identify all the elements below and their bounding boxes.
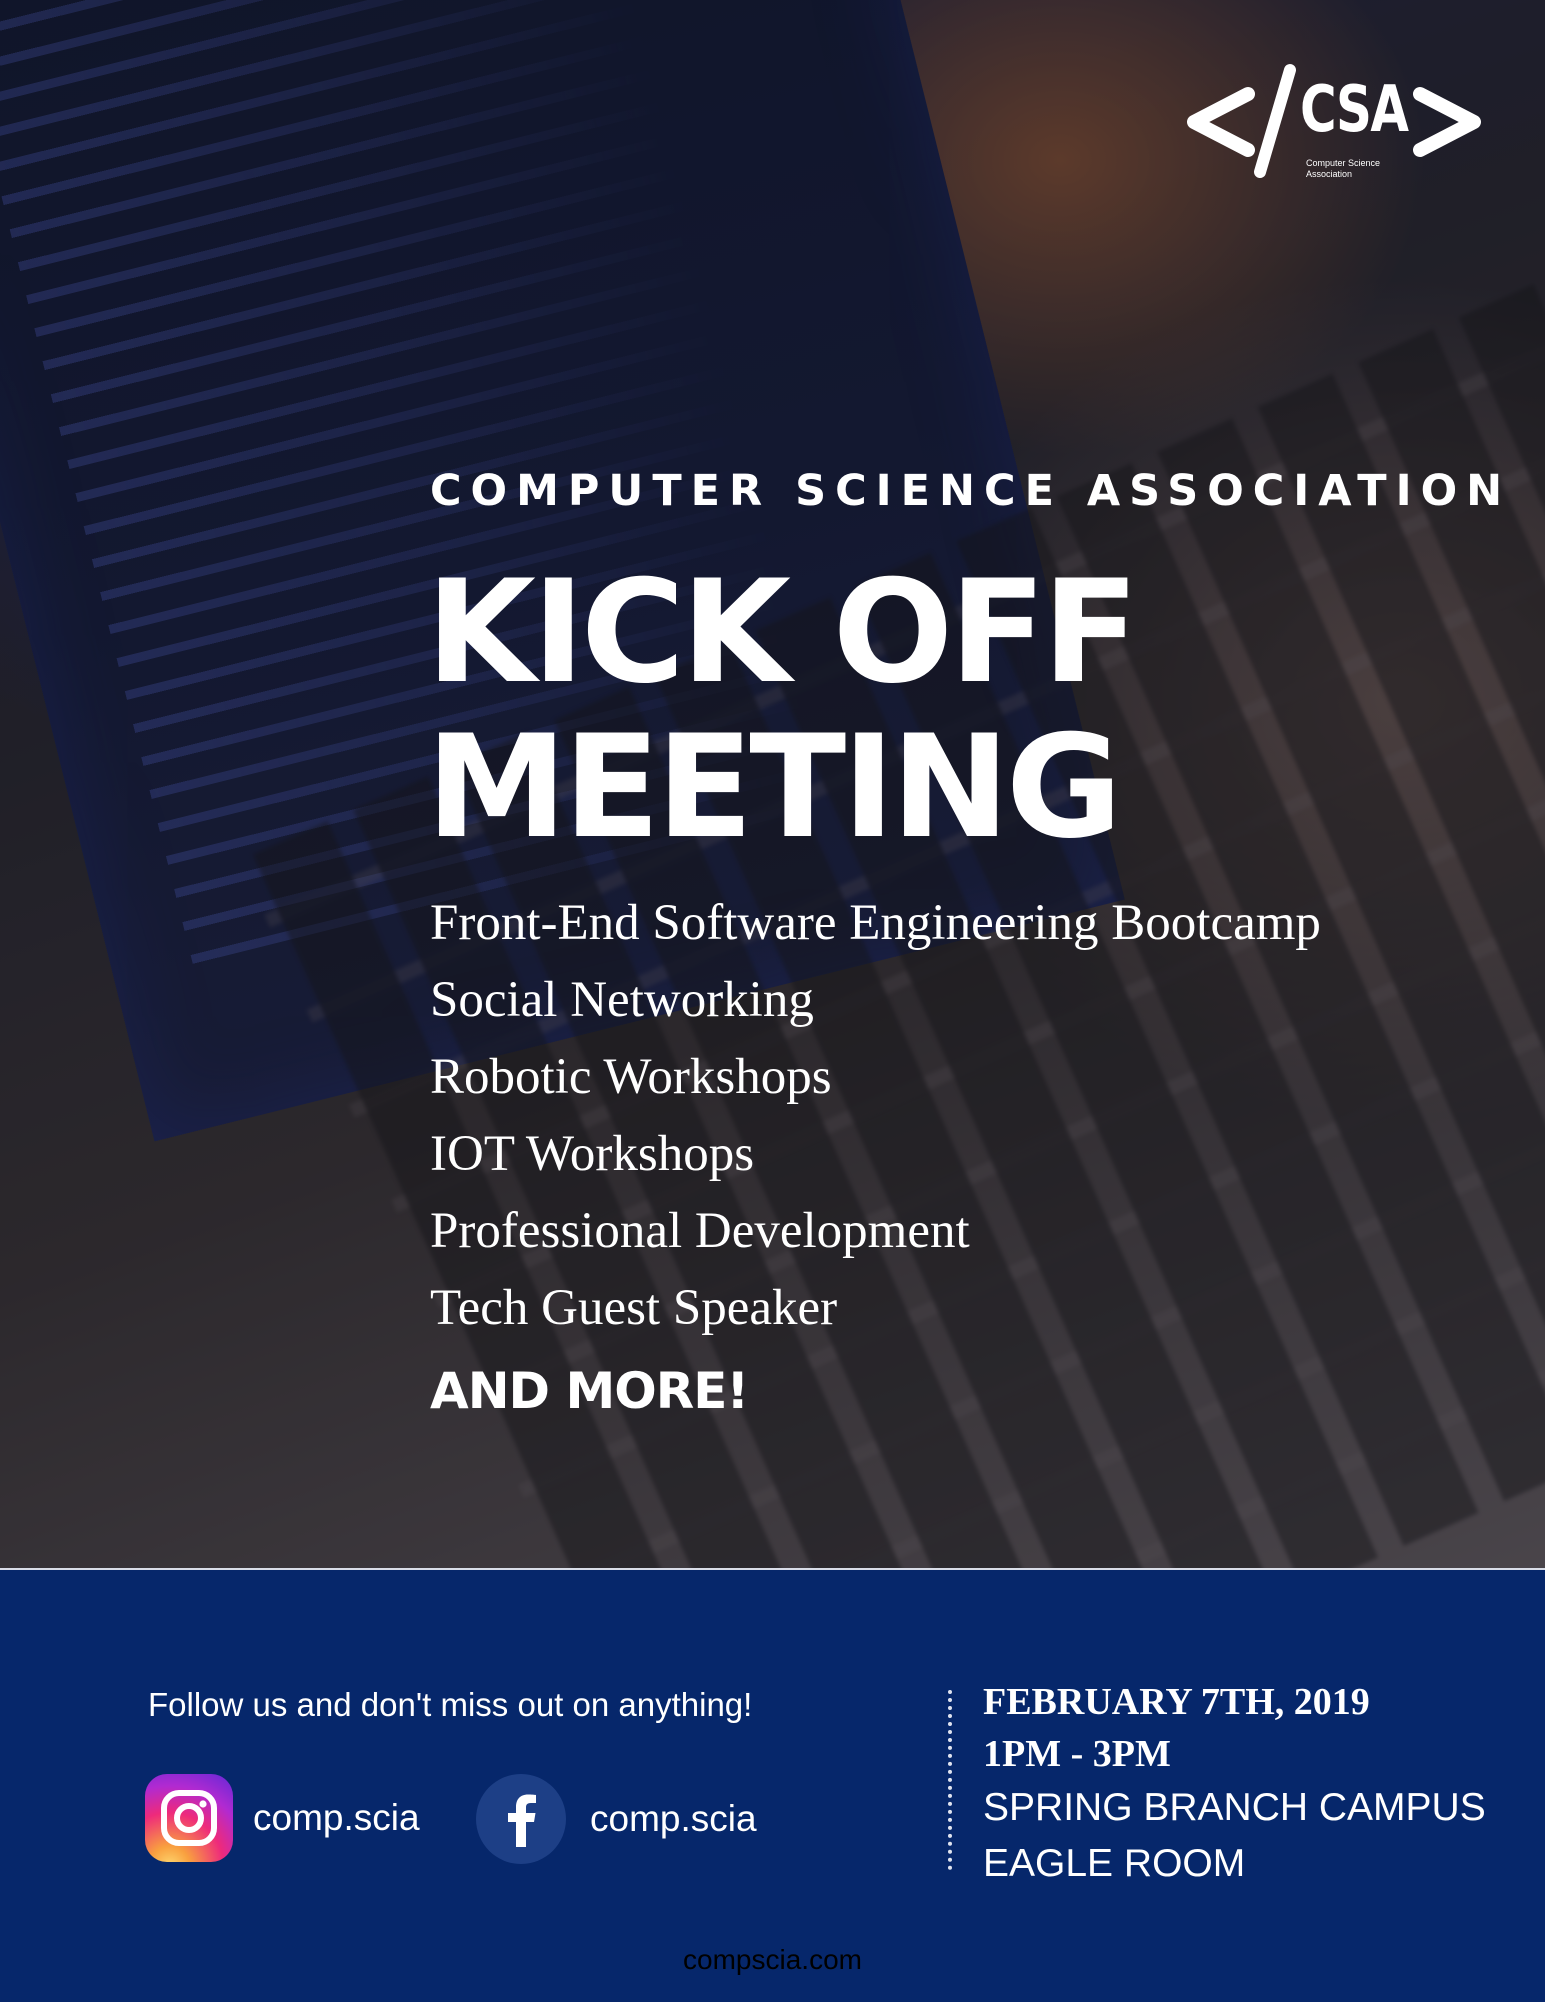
organization-name: COMPUTER SCIENCE ASSOCIATION	[430, 466, 1512, 516]
facebook-handle: comp.scia	[590, 1798, 757, 1839]
and-more-text: AND MORE!	[430, 1362, 749, 1420]
activity-item: Robotic Workshops	[430, 1049, 832, 1105]
event-title: KICK OFF MEETING	[426, 550, 1139, 870]
follow-text: Follow us and don't miss out on anything…	[148, 1686, 753, 1723]
instagram-icon	[145, 1774, 233, 1862]
event-title-line2: MEETING	[426, 705, 1122, 870]
instagram-link[interactable]: comp.scia	[145, 1774, 420, 1862]
website-link[interactable]: compscia.com	[0, 1944, 1545, 1976]
hero-background: CSA Computer Science Association COMPUTE…	[0, 0, 1545, 1568]
activities-list: Front-End Software Engineering Bootcamp …	[430, 885, 1321, 1347]
event-location-campus: SPRING BRANCH CAMPUS	[983, 1786, 1486, 1829]
activity-item: Social Networking	[430, 972, 814, 1028]
facebook-link[interactable]: comp.scia	[476, 1774, 757, 1864]
activity-item: Professional Development	[430, 1203, 970, 1259]
event-title-line1: KICK OFF	[426, 550, 1139, 715]
logo-wordmark: CSA	[1300, 73, 1409, 147]
event-date: FEBRUARY 7TH, 2019	[983, 1681, 1370, 1723]
event-time: 1PM - 3PM	[983, 1733, 1171, 1775]
footer: Follow us and don't miss out on anything…	[0, 1568, 1545, 2002]
facebook-icon	[476, 1774, 566, 1864]
instagram-handle: comp.scia	[253, 1797, 420, 1838]
activity-item: Tech Guest Speaker	[430, 1280, 838, 1336]
event-details: FEBRUARY 7TH, 2019 1PM - 3PM SPRING BRAN…	[983, 1676, 1486, 1892]
activity-item: Front-End Software Engineering Bootcamp	[430, 895, 1321, 951]
event-location-room: EAGLE ROOM	[983, 1842, 1246, 1885]
logo-subtitle: Computer Science Association	[1306, 158, 1381, 179]
csa-logo: CSA Computer Science Association	[1186, 60, 1486, 190]
activity-item: IOT Workshops	[430, 1126, 755, 1182]
dotted-divider	[948, 1690, 952, 1870]
